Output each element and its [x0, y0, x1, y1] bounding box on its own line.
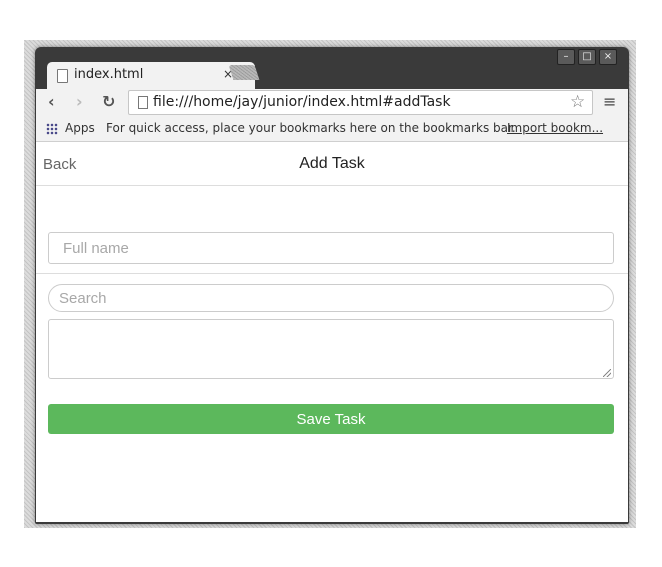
maximize-button[interactable]: □ [578, 49, 596, 65]
page-content: Back Add Task Save Task [36, 142, 628, 522]
title-bar: index.html × – □ × [35, 47, 629, 90]
page-title: Add Task [299, 155, 365, 172]
menu-icon[interactable]: ≡ [603, 92, 616, 111]
reload-icon[interactable]: ↻ [102, 92, 115, 111]
task-description-textarea[interactable] [48, 319, 614, 379]
minimize-button[interactable]: – [557, 49, 575, 65]
apps-label[interactable]: Apps [65, 121, 95, 135]
new-tab-button[interactable] [228, 65, 260, 80]
address-bar[interactable]: file:///home/jay/junior/index.html#addTa… [128, 90, 593, 115]
page-icon [57, 69, 68, 83]
page-header: Back Add Task [36, 142, 628, 186]
bookmarks-bar: Apps For quick access, place your bookma… [36, 116, 628, 142]
forward-arrow-icon[interactable]: › [76, 92, 83, 111]
close-button[interactable]: × [599, 49, 617, 65]
browser-window: index.html × – □ × ‹ › ↻ file:///home/ja… [35, 47, 629, 524]
resize-handle-icon[interactable] [603, 369, 611, 377]
bookmark-star-icon[interactable]: ☆ [570, 92, 585, 112]
back-arrow-icon[interactable]: ‹ [48, 92, 55, 111]
browser-tab[interactable]: index.html × [47, 62, 255, 90]
browser-toolbar: ‹ › ↻ file:///home/jay/junior/index.html… [36, 89, 628, 116]
tab-title: index.html [74, 67, 144, 82]
apps-grid-icon[interactable] [46, 123, 58, 135]
full-name-input[interactable] [48, 232, 614, 264]
url-text: file:///home/jay/junior/index.html#addTa… [153, 94, 451, 110]
bookmarks-hint: For quick access, place your bookmarks h… [106, 121, 516, 135]
page-icon [138, 96, 148, 109]
save-task-button[interactable]: Save Task [48, 404, 614, 434]
import-bookmarks-link[interactable]: Import bookm... [507, 121, 603, 135]
divider [36, 273, 628, 274]
search-input[interactable] [48, 284, 614, 312]
